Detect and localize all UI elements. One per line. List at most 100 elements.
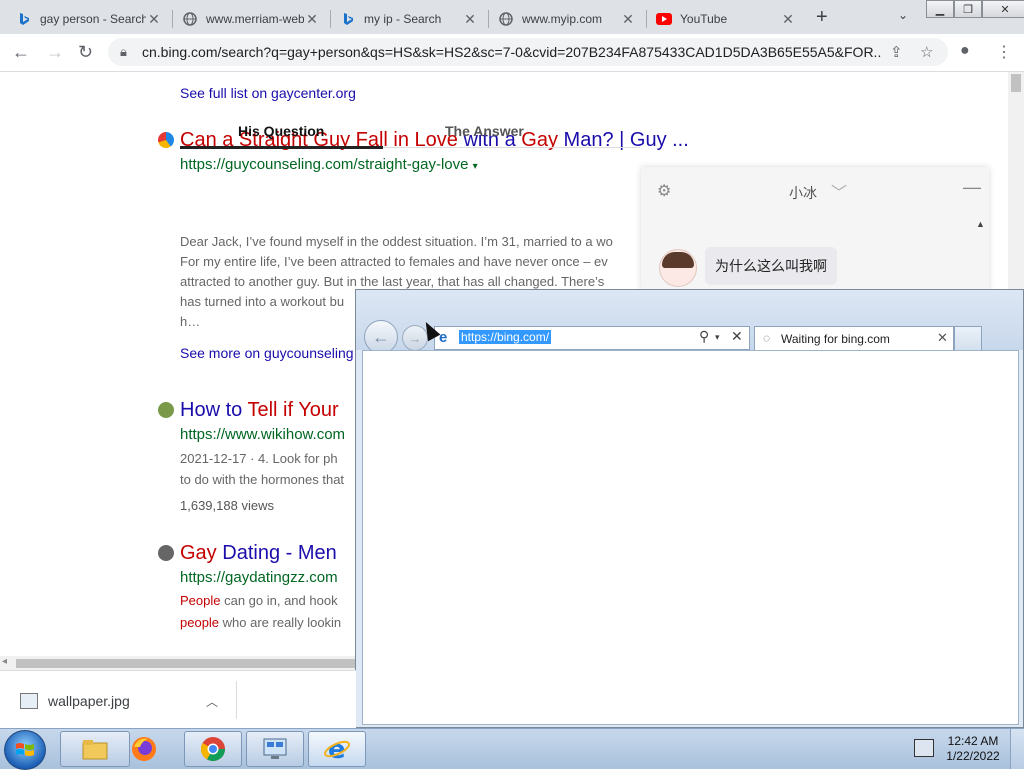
- close-icon[interactable]: ✕: [620, 11, 636, 28]
- chrome-toolbar: ← → ↻ 🔒︎ cn.bing.com/search?q=gay+person…: [0, 34, 1024, 72]
- wikihow-favicon-icon: [158, 402, 174, 418]
- chevron-down-icon[interactable]: ﹀: [831, 179, 847, 203]
- windows-taskbar: e 12:42 AM 1/22/2022: [0, 728, 1024, 770]
- guycounseling-favicon-icon: [158, 132, 174, 148]
- active-tab-underline: [180, 146, 383, 149]
- result-url-gaydating[interactable]: https://gaydatingzz.com: [180, 569, 338, 586]
- window-controls: ▁ ❐ ✕: [926, 0, 1024, 18]
- back-arrow-icon: ←: [372, 326, 390, 347]
- snippet-line: h…: [180, 314, 201, 329]
- ie-content-area[interactable]: [362, 350, 1019, 725]
- scrollbar-thumb[interactable]: [1011, 74, 1021, 92]
- snippet-line: people who are really lookin: [180, 615, 342, 630]
- gear-icon[interactable]: ⚙: [657, 181, 671, 201]
- menu-dots-icon[interactable]: ⋮: [996, 42, 1012, 62]
- ie-address-bar[interactable]: e https://bing.com/ ⚲ ▾ ✕: [434, 326, 750, 350]
- chrome-tab-strip: gay person - Search ✕ www.merriam-webste…: [0, 0, 1024, 34]
- new-tab-button[interactable]: +: [816, 6, 828, 29]
- chrome-taskbar-button[interactable]: [184, 731, 242, 767]
- chat-bot-name: 小冰: [789, 185, 817, 201]
- windows-logo-icon: [16, 743, 34, 756]
- snippet-line: to do with the hormones that: [180, 472, 345, 487]
- start-button[interactable]: [4, 730, 46, 770]
- download-filename[interactable]: wallpaper.jpg: [48, 693, 130, 709]
- caret-down-icon[interactable]: ▾: [473, 161, 478, 172]
- close-icon[interactable]: ✕: [304, 11, 320, 28]
- svg-text:e: e: [328, 735, 346, 763]
- image-file-icon: [20, 693, 38, 709]
- result-title-gaydating[interactable]: Gay Dating - Men: [180, 542, 337, 565]
- control-panel-taskbar-button[interactable]: [246, 731, 304, 767]
- address-bar[interactable]: 🔒︎ cn.bing.com/search?q=gay+person&qs=HS…: [108, 38, 948, 66]
- snippet-line: People can go in, and hook: [180, 593, 338, 608]
- dropdown-arrow-icon[interactable]: ▾: [715, 332, 720, 343]
- scrollbar-thumb[interactable]: [16, 659, 356, 668]
- snippet-line: Dear Jack, I’ve found myself in the odde…: [180, 234, 613, 249]
- tab-gay-person-search[interactable]: gay person - Search ✕: [4, 4, 170, 34]
- close-icon[interactable]: ✕: [146, 11, 162, 28]
- clock[interactable]: 12:42 AM 1/22/2022: [940, 734, 1006, 764]
- ie-back-button[interactable]: ←: [364, 320, 398, 354]
- ie-logo-icon: e: [439, 329, 448, 346]
- forward-arrow-icon[interactable]: →: [46, 42, 64, 63]
- firefox-icon: [132, 737, 156, 761]
- restore-button[interactable]: ❐: [954, 0, 982, 18]
- minimize-chat-icon[interactable]: —: [963, 177, 981, 198]
- close-icon[interactable]: ✕: [780, 11, 796, 28]
- minimize-button[interactable]: ▁: [926, 0, 954, 18]
- globe-icon: [182, 11, 198, 27]
- tab-search-chevron-icon[interactable]: ⌄: [898, 8, 908, 22]
- chevron-up-icon[interactable]: ︿: [206, 693, 218, 710]
- question-answer-tabs: His Question The Answer: [180, 117, 640, 149]
- tab-youtube[interactable]: YouTube ✕: [644, 4, 804, 34]
- chat-message-bubble: 为什么这么叫我啊: [705, 247, 837, 285]
- snippet-line: 2021-12-17 · 4. Look for ph: [180, 451, 338, 466]
- profile-icon[interactable]: ●: [960, 42, 970, 60]
- avatar-hair: [662, 252, 694, 268]
- bing-icon: [340, 11, 356, 27]
- control-panel-icon: [263, 738, 287, 759]
- forward-arrow-icon: →: [408, 330, 422, 346]
- show-desktop-button[interactable]: [1010, 729, 1024, 769]
- ie-address-url[interactable]: https://bing.com/: [459, 330, 552, 344]
- address-url[interactable]: cn.bing.com/search?q=gay+person&qs=HS&sk…: [142, 44, 882, 60]
- result-url-guycounseling[interactable]: https://guycounseling.com/straight-gay-l…: [180, 156, 478, 173]
- firefox-taskbar-button[interactable]: [116, 731, 172, 767]
- close-icon[interactable]: ✕: [462, 11, 478, 28]
- horizontal-scrollbar[interactable]: ◂: [0, 656, 356, 670]
- avatar: [659, 249, 697, 287]
- see-full-list-link[interactable]: See full list on gaycenter.org: [180, 85, 356, 101]
- globe-favicon-icon: [158, 545, 174, 561]
- globe-icon: [498, 11, 514, 27]
- close-window-button[interactable]: ✕: [982, 0, 1024, 18]
- back-arrow-icon[interactable]: ←: [12, 42, 30, 63]
- result-url-wikihow[interactable]: https://www.wikihow.com: [180, 426, 345, 443]
- scroll-up-icon[interactable]: ▲: [976, 219, 985, 229]
- search-icon[interactable]: ⚲: [699, 328, 709, 345]
- stop-icon[interactable]: ✕: [731, 328, 743, 345]
- network-icon[interactable]: [914, 739, 934, 757]
- share-icon[interactable]: ⇪: [890, 43, 903, 61]
- clock-time: 12:42 AM: [947, 734, 999, 748]
- snippet-line: For my entire life, I’ve been attracted …: [180, 254, 608, 269]
- close-icon[interactable]: ✕: [937, 330, 948, 346]
- reload-icon[interactable]: ↻: [78, 42, 93, 63]
- views-count: 1,639,188 views: [180, 498, 274, 513]
- result-title-wikihow[interactable]: How to Tell if Your: [180, 399, 339, 422]
- tab-the-answer[interactable]: The Answer: [445, 123, 524, 139]
- ie-tab[interactable]: ◌ Waiting for bing.com ✕: [754, 326, 954, 351]
- lock-icon: 🔒︎: [120, 44, 127, 59]
- ie-window: ← → e https://bing.com/ ⚲ ▾ ✕ ◌ Waiting …: [355, 289, 1024, 728]
- scroll-left-icon[interactable]: ◂: [2, 656, 7, 667]
- bookmark-star-icon[interactable]: ☆: [920, 43, 933, 61]
- tab-merriam-webster[interactable]: www.merriam-webster ✕: [170, 4, 328, 34]
- see-more-link[interactable]: See more on guycounseling: [180, 345, 354, 361]
- chrome-icon: [200, 737, 225, 762]
- xiaoice-chat-panel: ⚙ 小冰 ﹀ — ▲ 为什么这么叫我啊: [641, 167, 989, 291]
- ie-icon: e: [324, 735, 350, 763]
- tab-myip-com[interactable]: www.myip.com ✕: [486, 4, 644, 34]
- ie-new-tab-button[interactable]: [954, 326, 982, 351]
- ie-taskbar-button[interactable]: e: [308, 731, 366, 767]
- tab-my-ip-search[interactable]: my ip - Search ✕: [328, 4, 486, 34]
- tab-his-question[interactable]: His Question: [238, 123, 324, 139]
